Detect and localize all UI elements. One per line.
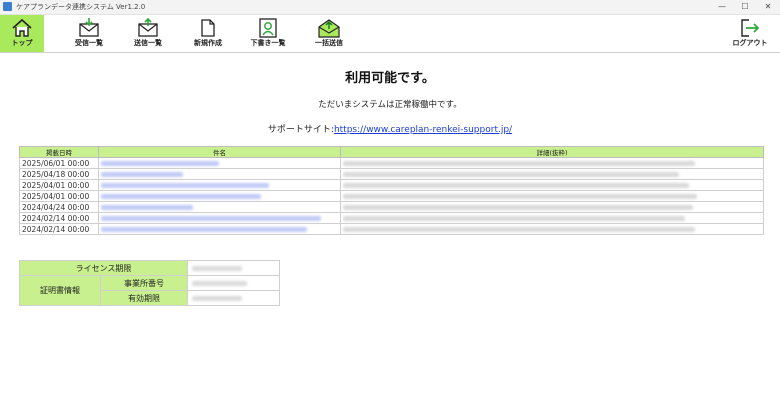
tab-inbox[interactable]: 受信一覧: [64, 15, 114, 52]
support-link[interactable]: https://www.careplan-renkei-support.jp/: [334, 125, 512, 135]
title-bar: ケアプランデータ連携システム Ver1.2.0 — ☐ ✕: [0, 0, 780, 15]
table-row: 2025/04/18 00:00: [19, 168, 764, 180]
validity-label: 有効期限: [100, 290, 188, 306]
notice-detail: [340, 201, 764, 213]
tab-top[interactable]: トップ: [0, 15, 44, 52]
header-subject: 件名: [98, 146, 341, 158]
tab-inbox-label: 受信一覧: [75, 39, 103, 47]
logout-label: ログアウト: [732, 39, 768, 47]
logout-icon: [741, 19, 760, 37]
notice-date: 2025/06/01 00:00: [19, 157, 99, 169]
home-icon: [12, 18, 32, 37]
notice-table: 掲載日時 件名 詳細(抜粋) 2025/06/01 00:00 2025/04/…: [19, 146, 764, 235]
tab-outbox[interactable]: 送信一覧: [123, 15, 173, 52]
status-title: 利用可能です。: [345, 71, 435, 86]
close-button[interactable]: ✕: [757, 0, 779, 14]
certificate-label: 証明書情報: [19, 275, 101, 306]
notice-detail: [340, 212, 764, 224]
header-detail: 詳細(抜粋): [340, 146, 764, 158]
license-period-value: [187, 260, 280, 276]
notice-date: 2024/04/24 00:00: [19, 201, 99, 213]
support-label: サポートサイト:: [267, 125, 334, 135]
tab-outbox-label: 送信一覧: [134, 39, 162, 47]
license-period-label: ライセンス期限: [19, 260, 188, 276]
window-title: ケアプランデータ連携システム Ver1.2.0: [16, 3, 146, 11]
notice-subject-link[interactable]: [98, 201, 341, 213]
notice-date: 2025/04/01 00:00: [19, 190, 99, 202]
table-row: 2024/02/14 00:00: [19, 223, 764, 235]
tab-bulk-send-label: 一括送信: [315, 39, 343, 47]
tab-new[interactable]: 新規作成: [183, 15, 233, 52]
inbox-icon: [79, 18, 99, 37]
table-row: 2025/04/01 00:00: [19, 179, 764, 191]
notice-header-row: 掲載日時 件名 詳細(抜粋): [19, 146, 764, 158]
office-number-value: [187, 275, 280, 291]
table-row: 2025/06/01 00:00: [19, 157, 764, 169]
new-document-icon: [201, 19, 215, 37]
validity-value: [187, 290, 280, 306]
status-message: ただいまシステムは正常稼働中です。: [318, 100, 462, 110]
notice-date: 2025/04/01 00:00: [19, 179, 99, 191]
notice-date: 2024/02/14 00:00: [19, 223, 99, 235]
notice-subject-link[interactable]: [98, 223, 341, 235]
license-table: ライセンス期限 証明書情報 事業所番号 有効期限: [19, 260, 280, 306]
toolbar: トップ 受信一覧 送信一覧 新規作成 下書き一覧 一括送信 ログアウト: [0, 15, 780, 53]
maximize-button[interactable]: ☐: [734, 0, 756, 14]
notice-date: 2024/02/14 00:00: [19, 212, 99, 224]
minimize-button[interactable]: —: [711, 0, 733, 14]
logout-button[interactable]: ログアウト: [724, 15, 776, 52]
office-number-label: 事業所番号: [100, 275, 188, 291]
notice-subject-link[interactable]: [98, 157, 341, 169]
app-icon: [3, 2, 12, 11]
notice-subject-link[interactable]: [98, 190, 341, 202]
table-row: 2024/02/14 00:00: [19, 212, 764, 224]
tab-top-label: トップ: [11, 39, 33, 47]
notice-detail: [340, 223, 764, 235]
notice-detail: [340, 157, 764, 169]
notice-detail: [340, 168, 764, 180]
tab-drafts-label: 下書き一覧: [250, 39, 286, 47]
table-row: 2024/04/24 00:00: [19, 201, 764, 213]
tab-bulk-send[interactable]: 一括送信: [304, 15, 354, 52]
header-date: 掲載日時: [19, 146, 99, 158]
notice-detail: [340, 190, 764, 202]
notice-subject-link[interactable]: [98, 168, 341, 180]
table-row: 2025/04/01 00:00: [19, 190, 764, 202]
notice-date: 2025/04/18 00:00: [19, 168, 99, 180]
bulk-send-icon: [318, 19, 340, 38]
tab-new-label: 新規作成: [194, 39, 222, 47]
notice-subject-link[interactable]: [98, 212, 341, 224]
notice-detail: [340, 179, 764, 191]
support-line: サポートサイト:https://www.careplan-renkei-supp…: [0, 122, 780, 135]
outbox-icon: [138, 18, 158, 37]
tab-drafts[interactable]: 下書き一覧: [239, 15, 297, 52]
drafts-icon: [259, 18, 277, 38]
notice-subject-link[interactable]: [98, 179, 341, 191]
